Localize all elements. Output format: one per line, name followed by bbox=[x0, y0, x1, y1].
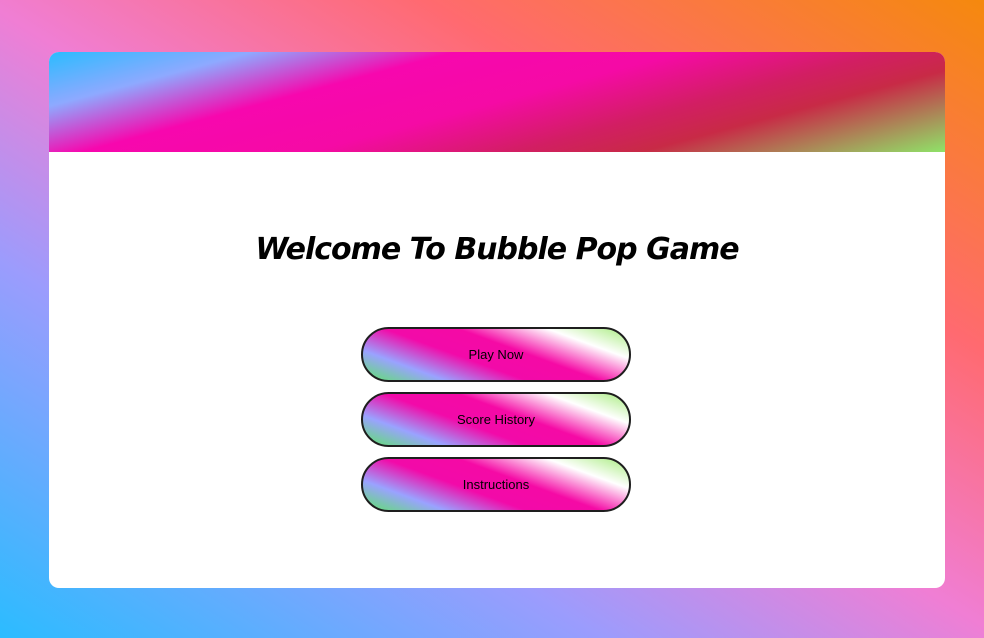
score-history-button[interactable]: Score History bbox=[361, 392, 631, 447]
game-title: Welcome To Bubble Pop Game bbox=[255, 232, 739, 267]
main-card: Welcome To Bubble Pop Game Play Now Scor… bbox=[49, 52, 945, 588]
instructions-button[interactable]: Instructions bbox=[361, 457, 631, 512]
card-header-banner bbox=[49, 52, 945, 152]
play-now-button[interactable]: Play Now bbox=[361, 327, 631, 382]
main-menu: Play Now Score History Instructions bbox=[361, 327, 631, 522]
